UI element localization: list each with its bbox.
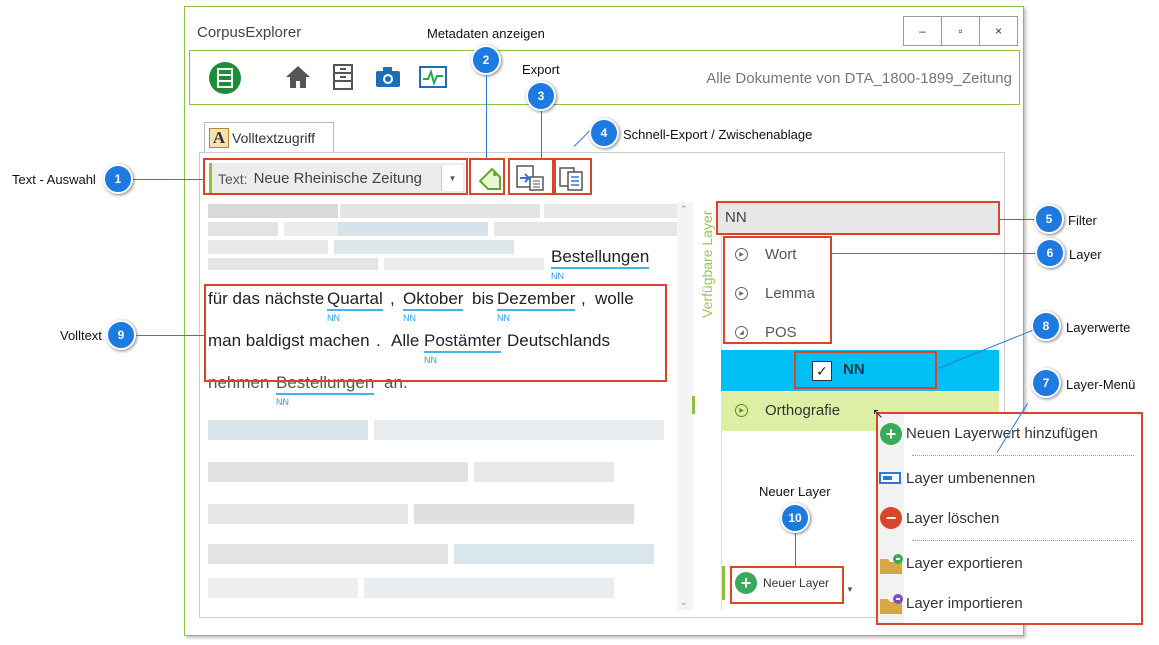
play-icon: ▶ <box>735 404 748 417</box>
layer-item-label: Orthografie <box>765 402 841 419</box>
minimize-button[interactable]: – <box>903 16 942 46</box>
callout-label: Metadaten anzeigen <box>427 26 545 41</box>
menu-item-rename[interactable]: Layer umbenennen <box>906 470 1035 487</box>
callout-badge: 5 <box>1034 204 1064 234</box>
blurred-text <box>208 504 408 524</box>
highlight-layers <box>723 236 832 344</box>
blurred-text <box>334 240 514 254</box>
ribbon-path-text: Alle Dokumente von DTA_1800-1899_Zeitung <box>706 70 1012 87</box>
menu-item-delete[interactable]: Layer löschen <box>906 510 999 527</box>
callout-label: Layerwerte <box>1066 320 1131 335</box>
callout-badge: 8 <box>1031 311 1061 341</box>
menu-item-export[interactable]: Layer exportieren <box>906 555 1023 572</box>
layer-item-ortho-content: ▶ Orthografie <box>735 402 840 419</box>
menu-separator <box>912 540 1134 541</box>
blurred-text <box>364 578 614 598</box>
menu-item-add-value[interactable]: Neuen Layerwert hinzufügen <box>906 425 1098 442</box>
blurred-text <box>208 420 368 440</box>
callout-label: Volltext <box>60 328 102 343</box>
highlight-text-select <box>203 158 468 195</box>
callout-line <box>832 253 1035 254</box>
callout-badge: 10 <box>780 503 810 533</box>
blurred-text <box>494 222 684 236</box>
blurred-text <box>374 420 664 440</box>
blurred-text <box>208 544 448 564</box>
highlight-export <box>508 158 554 195</box>
callout-badge: 2 <box>471 45 501 75</box>
blurred-text <box>340 204 540 218</box>
blurred-text <box>208 258 378 270</box>
blurred-text <box>474 462 614 482</box>
blurred-text <box>454 544 654 564</box>
archive-icon[interactable] <box>333 64 353 93</box>
highlight-quick-export <box>554 158 592 195</box>
fulltext-tag: NN <box>551 271 564 281</box>
callout-label: Layer-Menü <box>1066 377 1136 392</box>
callout-line <box>1000 219 1034 220</box>
folder-export-icon <box>879 553 905 578</box>
fulltext-word[interactable]: Bestellungen <box>551 247 650 269</box>
callout-line <box>541 111 542 158</box>
callout-line <box>136 335 204 336</box>
blurred-text <box>208 462 468 482</box>
highlight-new-layer <box>730 566 844 604</box>
callout-label: Layer <box>1069 247 1102 262</box>
menu-item-import[interactable]: Layer importieren <box>906 595 1023 612</box>
text-icon: A <box>209 127 229 148</box>
blurred-text <box>384 258 544 270</box>
delete-icon: − <box>880 507 902 529</box>
mouse-cursor-icon: ↖ <box>872 405 884 421</box>
highlight-fulltext <box>204 284 667 382</box>
camera-icon[interactable] <box>375 66 401 91</box>
callout-badge: 1 <box>103 164 133 194</box>
blurred-text <box>414 504 634 524</box>
splitter-handle[interactable] <box>692 396 695 414</box>
callout-badge: 6 <box>1035 238 1065 268</box>
rename-icon <box>879 470 903 489</box>
menu-separator <box>912 455 1134 456</box>
blurred-text <box>208 222 278 236</box>
blurred-text <box>338 222 488 236</box>
window-title: CorpusExplorer <box>197 24 302 41</box>
app-logo-icon[interactable] <box>209 62 241 94</box>
callout-label: Schnell-Export / Zwischenablage <box>623 127 813 142</box>
callout-label: Filter <box>1068 213 1097 228</box>
callout-label: Text - Auswahl <box>12 172 96 187</box>
blurred-text <box>208 578 358 598</box>
folder-import-icon <box>879 593 905 618</box>
new-layer-dropdown-icon[interactable]: ▼ <box>846 585 854 594</box>
callout-badge: 7 <box>1031 368 1061 398</box>
callout-line <box>486 75 487 158</box>
tab-label: Volltextzugriff <box>232 129 316 146</box>
blurred-text <box>544 204 684 218</box>
add-icon: + <box>880 423 902 445</box>
monitor-chart-icon[interactable] <box>419 66 447 93</box>
callout-line <box>795 533 796 566</box>
callout-badge: 3 <box>526 81 556 111</box>
close-button[interactable]: × <box>979 16 1018 46</box>
fulltext-tag: NN <box>276 397 289 407</box>
callout-badge: 4 <box>589 118 619 148</box>
highlight-metadata <box>469 158 505 195</box>
callout-label: Neuer Layer <box>759 484 831 499</box>
blurred-text <box>208 240 328 254</box>
callout-line <box>133 179 204 180</box>
tab-volltextzugriff[interactable]: A Volltextzugriff <box>204 122 334 152</box>
highlight-filter <box>716 201 1000 235</box>
highlight-layer-values <box>794 351 937 389</box>
scroll-down-icon[interactable]: ⌄ <box>680 597 688 608</box>
fulltext-area: Bestellungen NN für das nächste Quartal … <box>204 200 692 612</box>
fulltext-scrollbar[interactable]: ⌃ ⌄ <box>677 202 693 610</box>
maximize-button[interactable]: ▫ <box>941 16 980 46</box>
callout-label: Export <box>522 62 560 77</box>
callout-badge: 9 <box>106 320 136 350</box>
home-icon[interactable] <box>285 64 311 93</box>
scroll-up-icon[interactable]: ⌃ <box>680 204 688 215</box>
blurred-text <box>208 204 338 218</box>
